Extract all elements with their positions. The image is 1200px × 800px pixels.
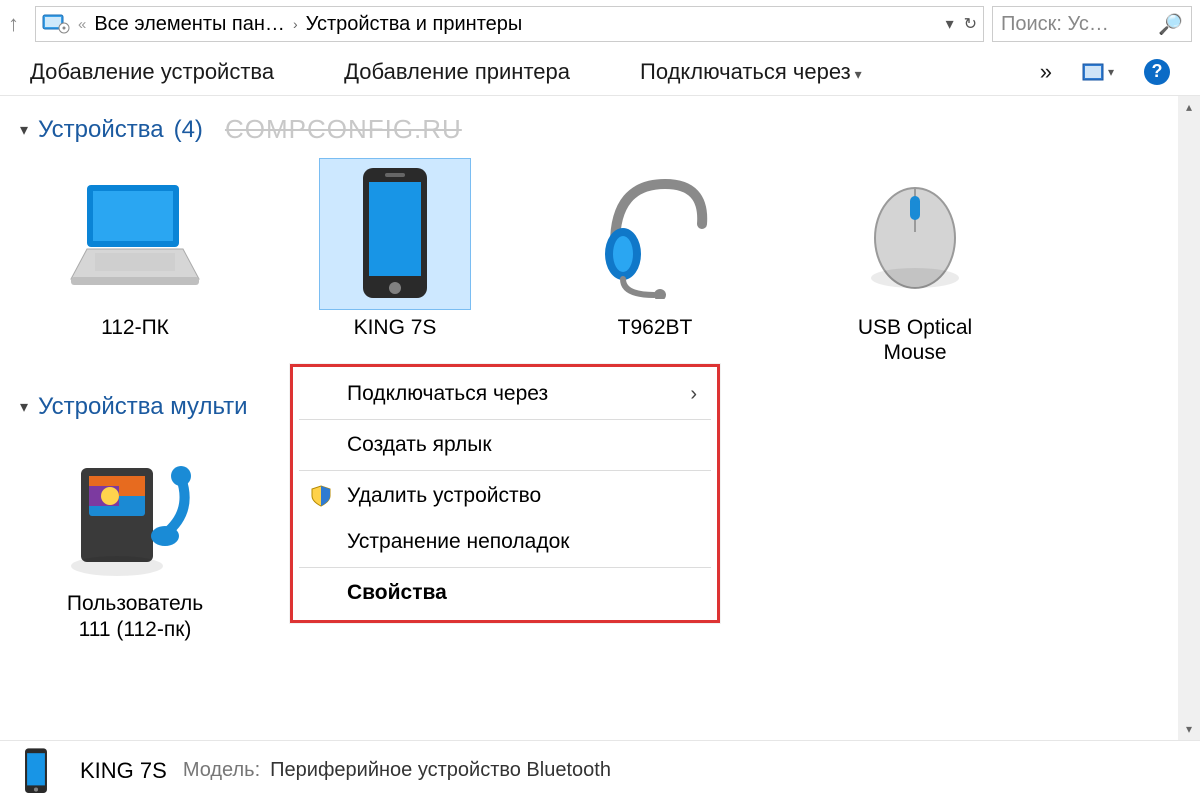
headset-icon <box>580 159 730 309</box>
ctx-label: Свойства <box>347 581 447 605</box>
device-item-mouse[interactable]: USB Optical Mouse <box>830 159 1000 365</box>
vertical-scrollbar[interactable]: ▴ ▾ <box>1178 96 1200 740</box>
media-server-icon <box>60 435 210 585</box>
device-item-112pc[interactable]: 112-ПК <box>50 159 220 365</box>
ctx-properties[interactable]: Свойства <box>293 570 717 616</box>
device-label: T962BT <box>618 315 693 340</box>
details-name: KING 7S <box>80 758 167 784</box>
add-printer-button[interactable]: Добавление принтера <box>344 59 570 85</box>
content-pane: ▾ Устройства (4) COMPCONFIG.RU 112-ПК <box>0 96 1200 740</box>
details-pane: KING 7S Модель: Периферийное устройство … <box>0 740 1200 800</box>
breadcrumb-crumb-1[interactable]: Все элементы пан… <box>94 13 285 36</box>
chevron-down-icon[interactable]: ▾ <box>20 120 28 140</box>
scroll-up-icon[interactable]: ▴ <box>1178 96 1200 118</box>
devices-grid: 112-ПК KING 7S <box>20 149 1180 385</box>
ctx-troubleshoot[interactable]: Устранение неполадок <box>293 519 717 565</box>
up-icon[interactable]: ↑ <box>8 11 19 37</box>
details-model: Модель: Периферийное устройство Bluetoot… <box>183 759 611 782</box>
separator <box>299 567 711 568</box>
group-header-devices[interactable]: ▾ Устройства (4) COMPCONFIG.RU <box>20 114 1180 145</box>
refresh-icon[interactable]: ↻ <box>964 14 977 34</box>
group-count: (4) <box>174 116 203 144</box>
device-label: 112-ПК <box>101 315 169 340</box>
search-input[interactable]: Поиск: Ус… 🔎 <box>992 6 1192 42</box>
chevron-down-icon[interactable]: ▾ <box>946 14 954 34</box>
add-device-button[interactable]: Добавление устройства <box>30 59 274 85</box>
ctx-label: Удалить устройство <box>347 484 541 508</box>
search-icon[interactable]: 🔎 <box>1158 12 1183 37</box>
details-model-label: Модель: <box>183 759 260 782</box>
device-item-king7s[interactable]: KING 7S <box>310 159 480 365</box>
ctx-remove-device[interactable]: Удалить устройство <box>293 473 717 519</box>
group-label: Устройства <box>38 116 164 144</box>
laptop-icon <box>60 159 210 309</box>
phone-icon <box>320 159 470 309</box>
view-options-button[interactable]: ▾ <box>1082 63 1114 81</box>
help-button[interactable]: ? <box>1144 59 1170 85</box>
device-label: USB Optical Mouse <box>830 315 1000 365</box>
phone-icon <box>8 747 64 795</box>
device-label: Пользователь 111 (112-пк) <box>50 591 220 641</box>
overflow-button[interactable]: » <box>1040 59 1052 85</box>
ctx-label: Подключаться через <box>347 382 548 406</box>
separator <box>299 470 711 471</box>
watermark-text: COMPCONFIG.RU <box>225 114 462 145</box>
connect-via-dropdown[interactable]: Подключаться через <box>640 59 862 85</box>
breadcrumb-dropdowns: ▾ ↻ <box>946 14 977 34</box>
mouse-icon <box>840 159 990 309</box>
group-label: Устройства мульти <box>38 393 248 421</box>
search-placeholder: Поиск: Ус… <box>1001 13 1109 36</box>
chevron-right-icon: › <box>690 383 697 406</box>
details-model-value: Периферийное устройство Bluetooth <box>270 759 611 782</box>
context-menu: Подключаться через › Создать ярлык Удали… <box>290 364 720 623</box>
ctx-label: Создать ярлык <box>347 433 492 457</box>
separator <box>299 419 711 420</box>
breadcrumb-prefix: « <box>78 16 86 33</box>
scroll-down-icon[interactable]: ▾ <box>1178 718 1200 740</box>
address-bar: ↑ « Все элементы пан… › Устройства и при… <box>0 0 1200 48</box>
breadcrumb-crumb-2[interactable]: Устройства и принтеры <box>306 13 523 36</box>
control-panel-icon <box>42 12 70 36</box>
device-label: KING 7S <box>354 315 437 340</box>
breadcrumb[interactable]: « Все элементы пан… › Устройства и принт… <box>35 6 984 42</box>
ctx-create-shortcut[interactable]: Создать ярлык <box>293 422 717 468</box>
chevron-down-icon[interactable]: ▾ <box>20 397 28 417</box>
shield-icon <box>309 484 333 508</box>
device-item-t962bt[interactable]: T962BT <box>570 159 740 365</box>
command-bar: Добавление устройства Добавление принтер… <box>0 48 1200 96</box>
device-item-media[interactable]: Пользователь 111 (112-пк) <box>50 435 220 641</box>
ctx-connect-via[interactable]: Подключаться через › <box>293 371 717 417</box>
nav-arrows: ↑ <box>8 11 27 37</box>
ctx-label: Устранение неполадок <box>347 530 569 554</box>
chevron-right-icon[interactable]: › <box>293 16 298 32</box>
